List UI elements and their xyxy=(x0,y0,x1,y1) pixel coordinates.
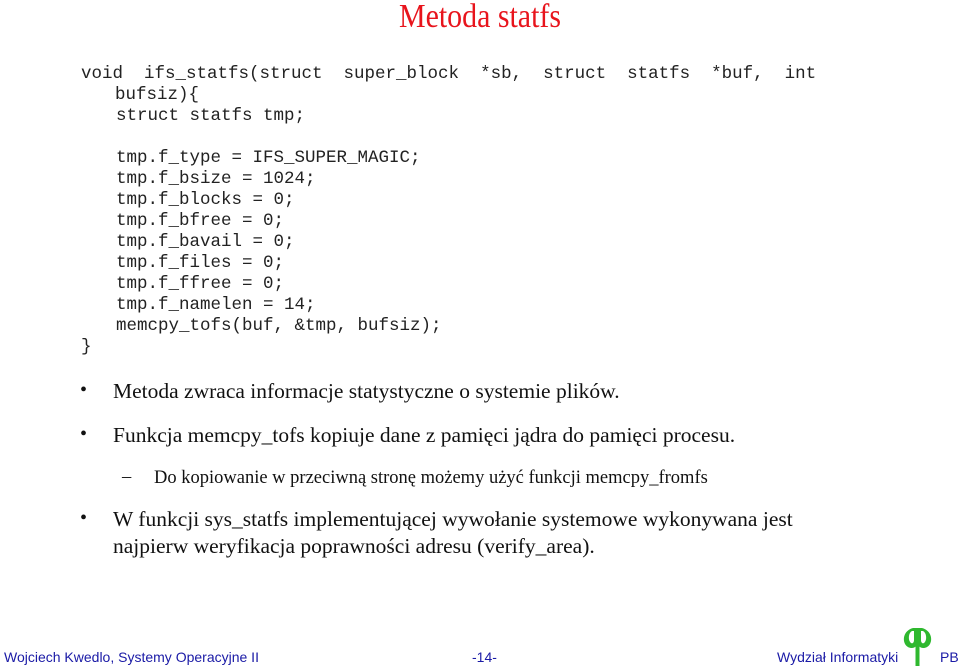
code-line: struct statfs tmp; xyxy=(116,106,306,126)
footer-department: Wydział Informatyki xyxy=(777,649,899,665)
bullet-text: W funkcji sys_statfs implementującej wyw… xyxy=(113,507,793,531)
sub-bullet-marker: – xyxy=(122,467,132,487)
code-line: memcpy_tofs(buf, &tmp, bufsiz); xyxy=(116,316,442,336)
code-line: tmp.f_files = 0; xyxy=(116,253,285,273)
code-line: void ifs_statfs(struct super_block *sb, … xyxy=(81,64,817,84)
bullet-item: • Funkcja memcpy_tofs kopiuje dane z pam… xyxy=(80,423,736,448)
logo-text: PB xyxy=(940,649,959,665)
code-line: bufsiz){ xyxy=(115,85,200,105)
bullet-text: Metoda zwraca informacje statystyczne o … xyxy=(113,379,620,403)
bullet-marker: • xyxy=(80,423,88,445)
sub-bullet-item: – Do kopiowanie w przeciwną stronę możem… xyxy=(122,467,708,489)
footer-page-number: -14- xyxy=(472,649,497,665)
pb-logo-icon xyxy=(903,628,932,666)
bullet-marker: • xyxy=(80,379,88,401)
bullet-continuation: najpierw weryfikacja poprawności adresu … xyxy=(113,534,595,558)
bullet-text: Do kopiowanie w przeciwną stronę możemy … xyxy=(154,468,708,488)
bullet-item: • W funkcji sys_statfs implementującej w… xyxy=(80,507,793,532)
bullet-marker: • xyxy=(80,507,88,529)
code-line: tmp.f_blocks = 0; xyxy=(116,190,295,210)
code-line: tmp.f_ffree = 0; xyxy=(116,274,285,294)
footer-author: Wojciech Kwedlo, Systemy Operacyjne II xyxy=(4,649,259,665)
code-line: tmp.f_namelen = 14; xyxy=(116,295,316,315)
code-line: tmp.f_type = IFS_SUPER_MAGIC; xyxy=(116,148,421,168)
bullet-text: Funkcja memcpy_tofs kopiuje dane z pamię… xyxy=(113,423,736,447)
code-line: tmp.f_bavail = 0; xyxy=(116,232,295,252)
code-line: tmp.f_bsize = 1024; xyxy=(116,169,316,189)
code-line: } xyxy=(81,337,92,357)
bullet-item: • Metoda zwraca informacje statystyczne … xyxy=(80,379,620,404)
slide-title: Metoda statfs xyxy=(398,0,562,35)
code-line: tmp.f_bfree = 0; xyxy=(116,211,285,231)
